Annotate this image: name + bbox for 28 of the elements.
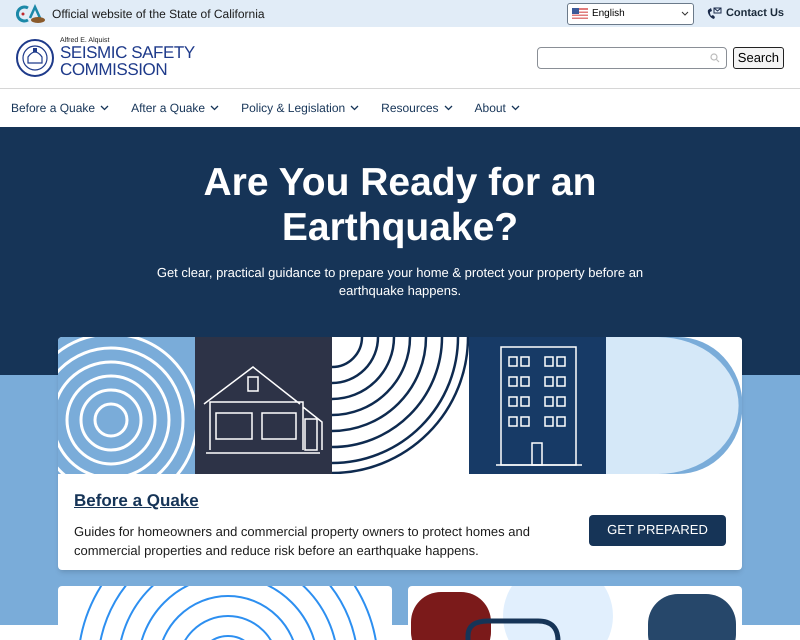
get-prepared-button[interactable]: GET PREPARED — [589, 514, 726, 546]
chevron-down-icon — [210, 105, 220, 111]
commission-seal-icon — [16, 38, 54, 76]
chevron-down-icon — [510, 105, 520, 111]
chevron-down-icon — [100, 105, 110, 111]
search-icon — [710, 52, 720, 62]
phone-mail-icon — [706, 7, 722, 20]
search-field[interactable] — [536, 46, 727, 68]
logo-title: COMMISSION — [60, 61, 168, 78]
flag-icon — [572, 8, 588, 19]
chevron-down-icon — [680, 11, 689, 16]
language-select[interactable]: English — [566, 2, 694, 24]
contact-us-link[interactable]: Contact Us — [706, 5, 784, 22]
official-website-text: Official website of the State of California — [52, 6, 265, 22]
nav-menu-item[interactable]: About — [474, 99, 520, 117]
nav-menu-item[interactable]: Resources — [381, 99, 453, 117]
nav-menu-item[interactable]: After a Quake — [131, 99, 220, 117]
card-title-link[interactable]: Before a Quake — [74, 491, 199, 510]
hero-subtitle: Get clear, practical guidance to prepare your home & protect your property before an earthquake happens. — [156, 264, 644, 300]
chevron-down-icon — [350, 105, 360, 111]
nav-menu-item[interactable]: Policy & Legislation — [241, 99, 360, 117]
nav-menu-item[interactable]: Before a Quake — [11, 99, 110, 117]
search-button[interactable]: Search — [732, 46, 784, 68]
logo-title: SEISMIC SAFETY — [60, 44, 195, 61]
state-logo-icon — [16, 4, 46, 24]
chevron-down-icon — [444, 105, 453, 111]
hero-heading: Are You Ready for an Earthquake? — [202, 160, 598, 250]
card-description: Guides for homeowners and commercial property owners to protect homes and commercial properties and reduce risk before an earthquake happens. — [74, 523, 531, 560]
